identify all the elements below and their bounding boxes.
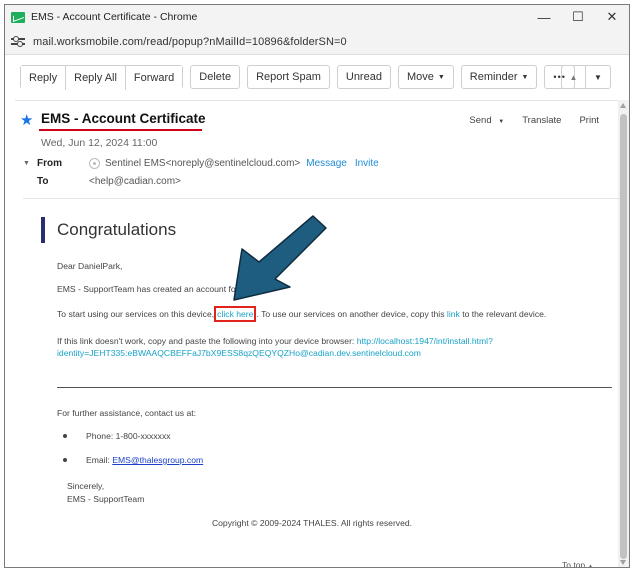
annotation-arrow <box>233 215 327 301</box>
annotation-arrow-shape <box>233 215 327 301</box>
